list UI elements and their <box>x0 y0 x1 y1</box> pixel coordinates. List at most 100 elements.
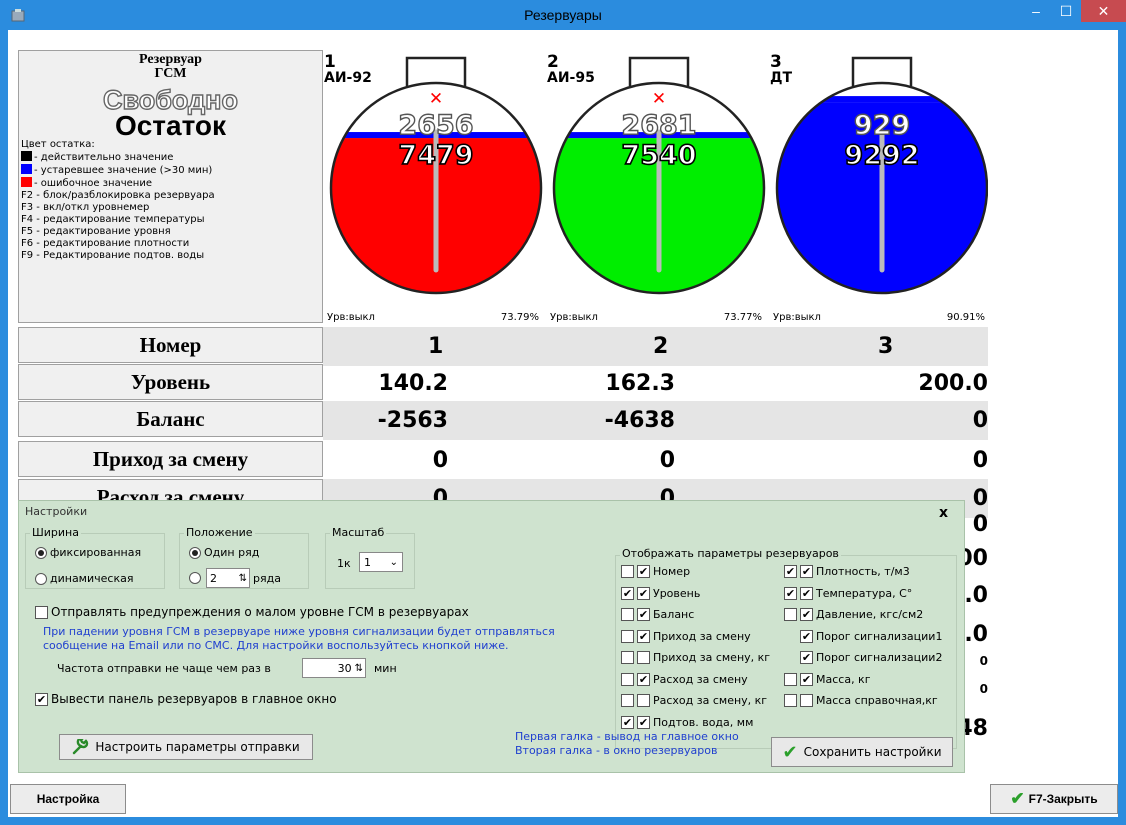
param-label: Масса справочная,кг <box>816 694 938 707</box>
tank-status: Урв:выкл <box>327 312 375 323</box>
tank-1[interactable]: 1АИ-92 ✕26567479 Урв:выкл 73.79% <box>324 52 543 326</box>
main-window-checkbox[interactable] <box>621 608 634 621</box>
client-area: Резервуар ГСМ Свободно Остаток Цвет оста… <box>8 30 1118 817</box>
window-frame-right <box>1118 30 1126 825</box>
chevron-down-icon: ⌄ <box>389 556 398 568</box>
tank-status: Урв:выкл <box>773 312 821 323</box>
frequency-label: Частота отправки не чаще чем раз в <box>57 662 271 675</box>
tanks-window-checkbox[interactable]: ✔ <box>637 715 650 729</box>
param-label: Порог сигнализации1 <box>816 629 943 643</box>
legend-color-text: - действительно значение <box>34 152 174 163</box>
tanks-window-checkbox[interactable]: ✔ <box>637 672 650 686</box>
tanks-window-checkbox[interactable]: ✔ <box>800 608 813 621</box>
tanks-window-checkbox[interactable]: ✔ <box>800 565 813 578</box>
radio-indicator <box>189 546 201 559</box>
width-fixed-radio[interactable]: фиксированная <box>35 546 141 559</box>
info-text-2: сообщение на Email или по СМС. Для настр… <box>43 639 509 652</box>
rows-spinner[interactable]: 2 ⇅ <box>206 568 250 588</box>
tank-2[interactable]: 2АИ-95 ✕26817540 Урв:выкл 73.77% <box>547 52 766 326</box>
row-label[interactable]: Приход за смену <box>18 441 323 477</box>
color-swatch <box>21 164 32 174</box>
error-x-icon: ✕ <box>652 89 666 109</box>
main-window-checkbox[interactable] <box>621 672 634 686</box>
tanks-window-checkbox[interactable]: ✔ <box>637 608 650 621</box>
settings-panel: Настройки x Ширина фиксированная динамич… <box>18 500 965 773</box>
spinner-arrows-icon[interactable]: ⇅ <box>355 663 363 674</box>
main-window-checkbox[interactable] <box>621 694 634 707</box>
position-one-row-label: Один ряд <box>204 546 260 559</box>
row-label[interactable]: Номер <box>18 327 323 363</box>
settings-caption: Настройки <box>25 505 88 518</box>
scale-select[interactable]: 1 ⌄ <box>359 552 403 572</box>
show-panel-checkbox[interactable]: ✔ Вывести панель резервуаров в главное ок… <box>35 692 337 706</box>
width-dynamic-radio[interactable]: динамическая <box>35 572 133 585</box>
tanks-window-checkbox[interactable]: ✔ <box>637 565 650 578</box>
radio-indicator <box>189 572 201 584</box>
tanks-window-checkbox[interactable]: ✔ <box>637 629 650 643</box>
main-window-checkbox[interactable]: ✔ <box>621 715 634 729</box>
main-window-checkbox[interactable] <box>621 651 634 664</box>
legend-key-item: F2 - блок/разблокировка резервуара <box>21 190 215 201</box>
main-window-checkbox[interactable] <box>784 672 797 686</box>
maximize-button[interactable]: ☐ <box>1052 0 1080 22</box>
close-f7-label: F7-Закрыть <box>1028 792 1098 806</box>
tank-number: 2 <box>547 52 559 72</box>
tanks-window-checkbox[interactable]: ✔ <box>800 672 813 686</box>
legend-panel: Резервуар ГСМ Свободно Остаток Цвет оста… <box>18 50 323 323</box>
main-window-checkbox[interactable] <box>621 629 634 643</box>
main-window-checkbox[interactable]: ✔ <box>784 565 797 578</box>
param-row: ✔ Приход за смену <box>621 629 751 643</box>
tanks-window-checkbox[interactable] <box>800 694 813 707</box>
radio-indicator <box>35 572 47 585</box>
legend-color-item: - действительно значение <box>19 151 322 164</box>
legend-key-item: F9 - Редактирование подтов. воды <box>21 250 205 261</box>
table-row: 1 2 3 <box>323 327 988 366</box>
tanks-window-checkbox[interactable]: ✔ <box>800 651 813 664</box>
tank-level-line <box>777 96 987 103</box>
param-row: ✔ ✔ Температура, С° <box>784 586 912 600</box>
scale-prefix: 1к <box>337 557 351 570</box>
frequency-spinner[interactable]: 30 ⇅ <box>302 658 366 678</box>
close-window-button[interactable]: ✕ <box>1081 0 1126 22</box>
hint-2: Вторая галка - в окно резервуаров <box>515 744 718 757</box>
width-group-label: Ширина <box>30 526 81 539</box>
table-cell: 0 <box>972 448 988 473</box>
main-window-checkbox[interactable]: ✔ <box>784 586 797 600</box>
main-window-checkbox[interactable]: ✔ <box>621 586 634 600</box>
param-row: ✔ Расход за смену <box>621 672 748 686</box>
main-window-checkbox[interactable] <box>784 694 797 707</box>
width-fixed-label: фиксированная <box>50 546 142 559</box>
position-one-row-radio[interactable]: Один ряд <box>189 546 259 559</box>
minimize-button[interactable]: – <box>1022 0 1050 22</box>
tanks-window-checkbox[interactable] <box>637 694 650 707</box>
tank-3[interactable]: 3ДТ 9299292 Урв:выкл 90.91% <box>770 52 988 323</box>
tank-fuel: АИ-92 <box>324 70 372 86</box>
spinner-arrows-icon[interactable]: ⇅ <box>239 573 247 584</box>
row-label[interactable]: Баланс <box>18 401 323 437</box>
tanks-window-checkbox[interactable] <box>637 651 650 664</box>
tanks-window-checkbox[interactable]: ✔ <box>637 586 650 600</box>
save-settings-button[interactable]: ✔ Сохранить настройки <box>771 737 953 767</box>
tank-gauges: 1АИ-92✕26567479Урв:выкл 73.79%2АИ-95✕2681… <box>324 52 988 326</box>
param-label: Плотность, т/м3 <box>816 565 910 578</box>
settings-close-button[interactable]: x <box>939 505 948 521</box>
legend-color-text: - устаревшее значение (>30 мин) <box>34 165 213 176</box>
legend-key-item: F4 - редактирование температуры <box>21 214 205 225</box>
param-label: Масса, кг <box>816 672 871 686</box>
table-cell: 0 <box>432 448 448 473</box>
settings-button[interactable]: Настройка <box>10 784 126 814</box>
title-bar: Резервуары – ☐ ✕ <box>0 0 1126 30</box>
configure-sending-button[interactable]: Настроить параметры отправки <box>59 734 313 760</box>
close-f7-button[interactable]: ✔ F7-Закрыть <box>990 784 1118 814</box>
row-label[interactable]: Уровень <box>18 364 323 400</box>
color-swatch <box>21 177 32 187</box>
main-window-checkbox[interactable] <box>784 608 797 621</box>
tanks-window-checkbox[interactable]: ✔ <box>800 629 813 643</box>
scale-group-label: Масштаб <box>330 526 387 539</box>
send-warnings-label: Отправлять предупреждения о малом уровне… <box>51 605 469 619</box>
main-window-checkbox[interactable] <box>621 565 634 578</box>
send-warnings-checkbox[interactable]: Отправлять предупреждения о малом уровне… <box>35 605 469 619</box>
table-cell: 0 <box>659 448 675 473</box>
position-rows-radio[interactable] <box>189 572 204 584</box>
tanks-window-checkbox[interactable]: ✔ <box>800 586 813 600</box>
